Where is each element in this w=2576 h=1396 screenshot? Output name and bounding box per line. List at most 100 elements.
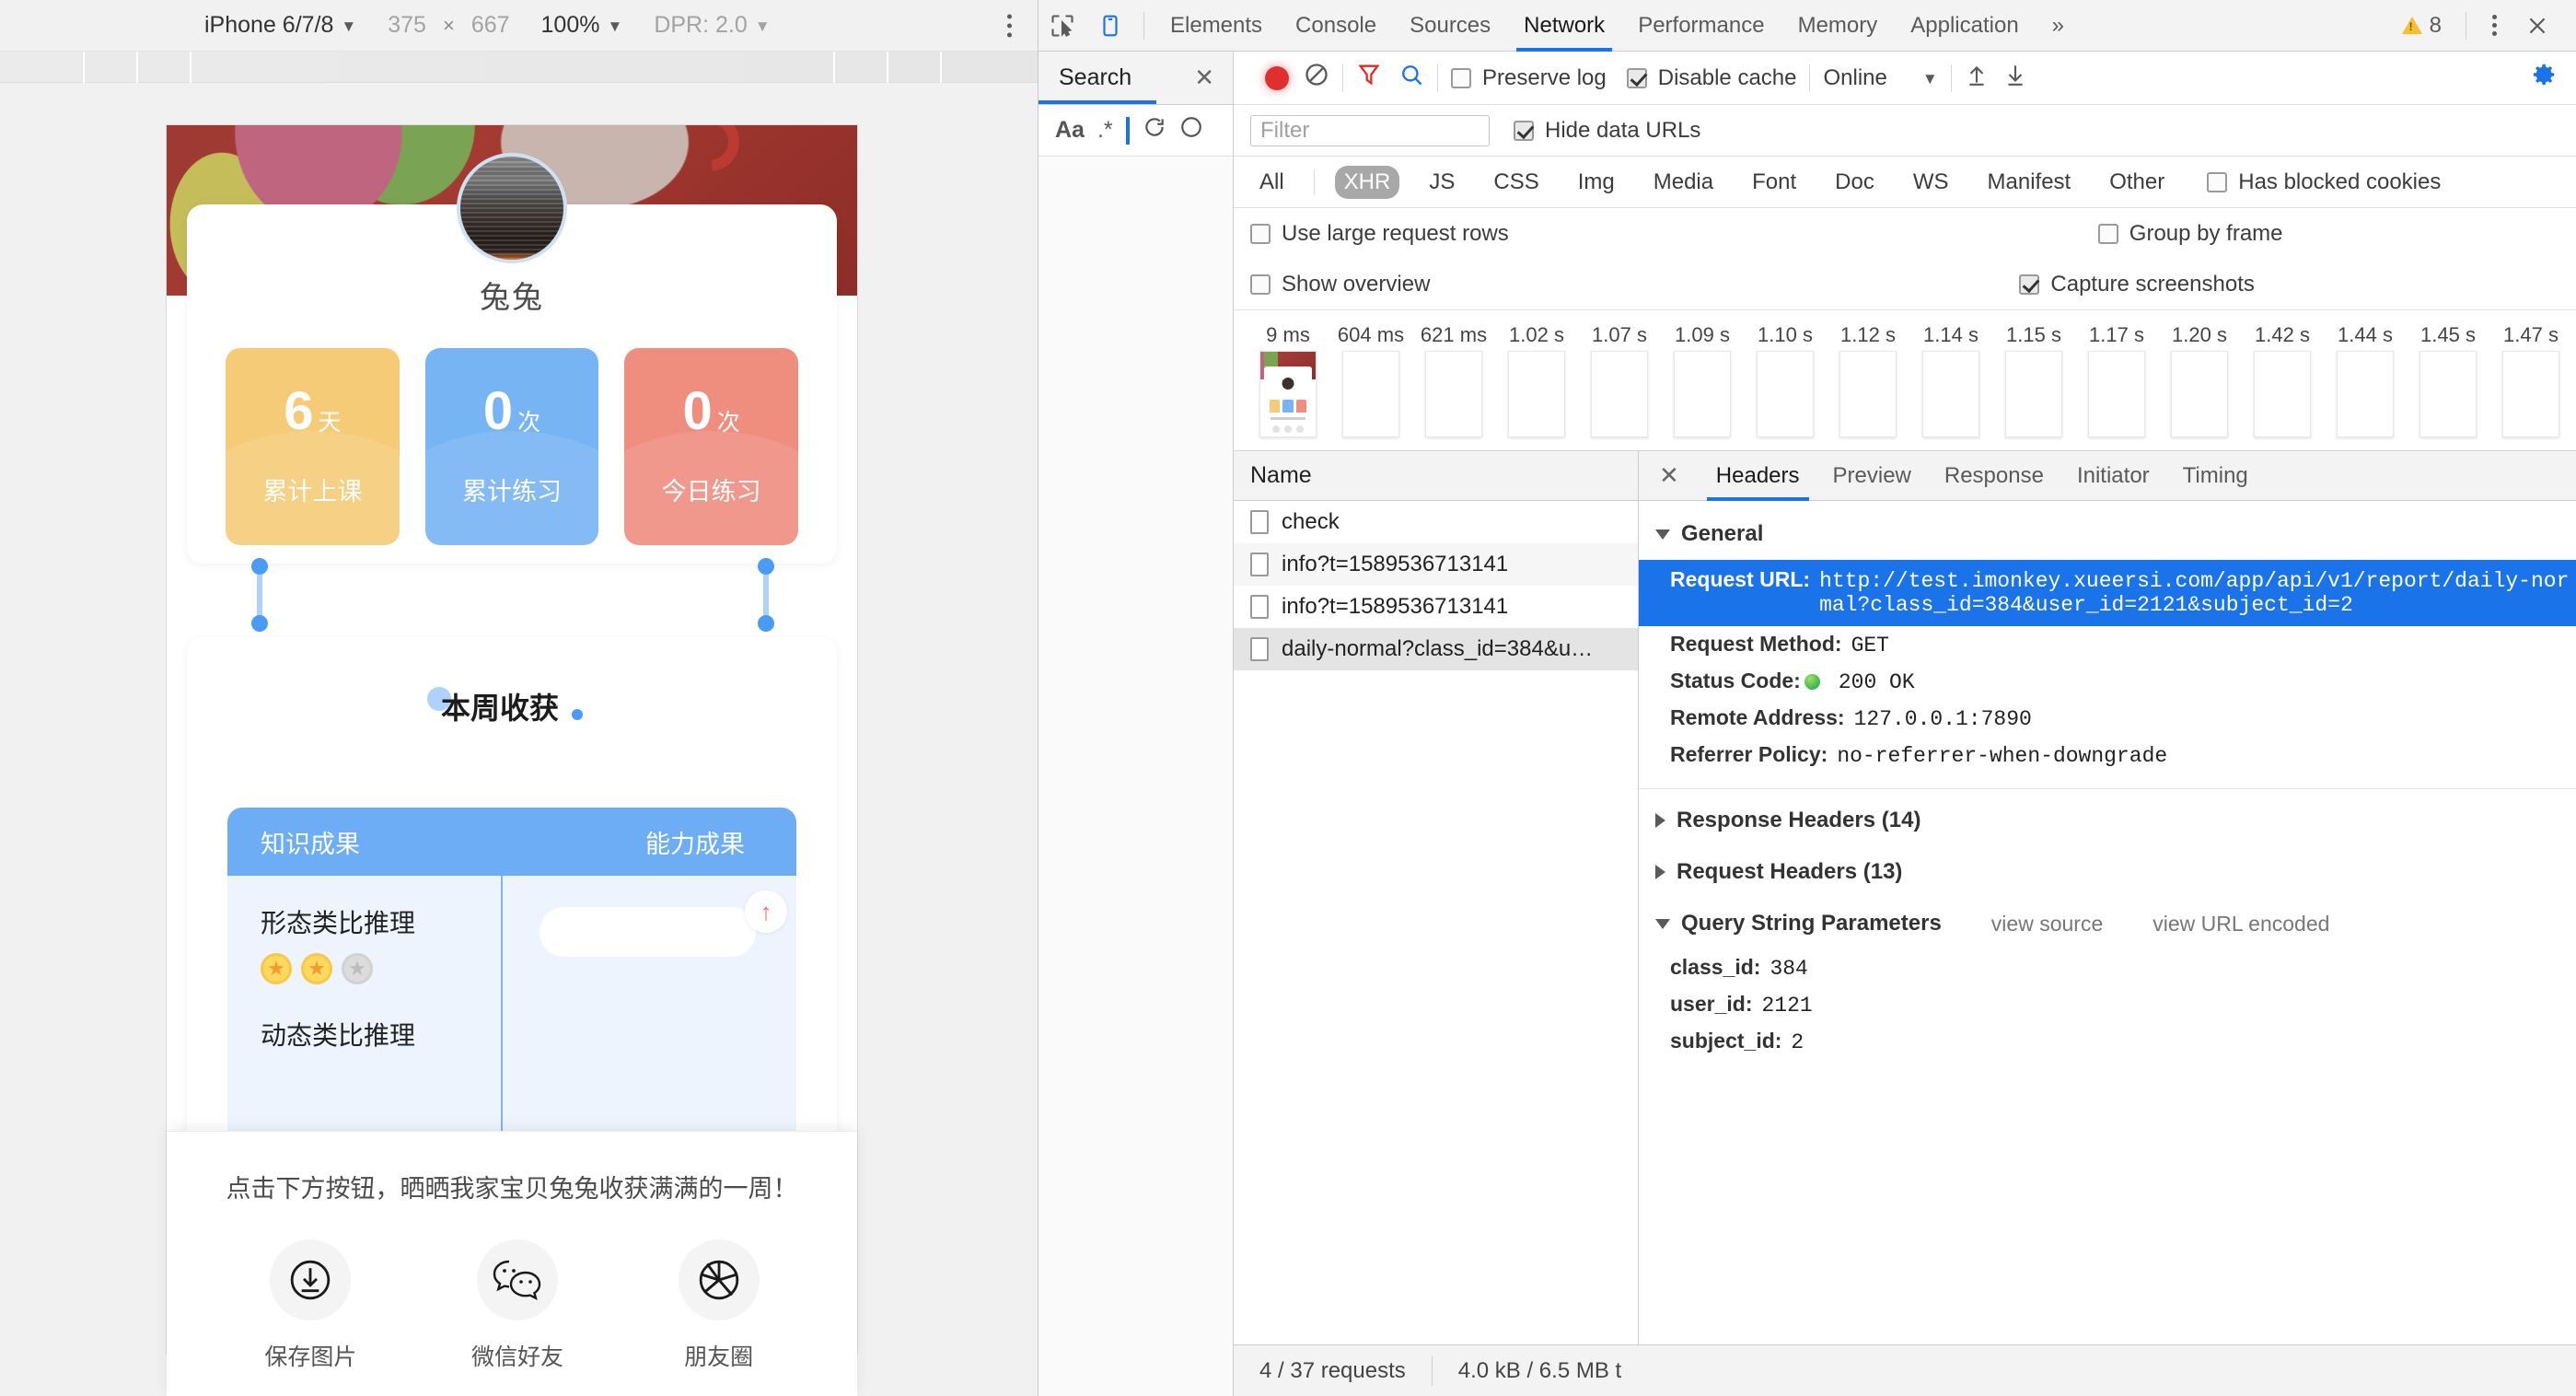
tab-console[interactable]: Console (1279, 0, 1393, 52)
share-save-image-button[interactable]: 保存图片 (264, 1239, 356, 1372)
show-overview-toggle[interactable]: Show overview (1250, 272, 1430, 297)
capture-screenshots-toggle[interactable]: Capture screenshots (2019, 272, 2255, 297)
checkbox[interactable] (2097, 223, 2118, 244)
device-toolbar-more-button[interactable] (1007, 14, 1012, 37)
table-row[interactable]: daily-normal?class_id=384&u… (1234, 628, 1638, 670)
filmstrip-thumbnail[interactable] (1591, 351, 1648, 437)
inspector-handle-dot[interactable] (251, 558, 268, 575)
section-request-headers[interactable]: Request Headers (13) (1639, 846, 2576, 898)
filmstrip-thumbnail[interactable] (2005, 351, 2062, 437)
section-general[interactable]: General (1639, 508, 2576, 560)
checkbox[interactable] (2207, 171, 2228, 192)
filmstrip-thumbnail[interactable] (2419, 351, 2477, 437)
filmstrip-frame[interactable]: 604 ms (1329, 320, 1412, 437)
filmstrip-thumbnail[interactable] (1508, 351, 1565, 437)
hide-data-urls-toggle[interactable]: Hide data URLs (1514, 118, 1700, 144)
regex-button[interactable]: .* (1097, 117, 1113, 144)
upload-icon[interactable] (1965, 61, 1989, 95)
device-width-input[interactable]: 375 (388, 12, 426, 39)
filmstrip-thumbnail[interactable] (1922, 351, 1979, 437)
type-filter-ws[interactable]: WS (1904, 166, 1958, 199)
filter-input[interactable] (1250, 114, 1490, 146)
group-by-frame-toggle[interactable]: Group by frame (2097, 221, 2283, 247)
type-filter-img[interactable]: Img (1569, 166, 1624, 199)
table-row[interactable]: check (1234, 501, 1638, 543)
share-wechat-friend-button[interactable]: 微信好友 (471, 1239, 563, 1372)
view-url-encoded-link[interactable]: view URL encoded (2152, 912, 2329, 936)
stat-card-today-practice[interactable]: 0次 今日练习 (624, 348, 799, 545)
share-moments-button[interactable]: 朋友圈 (678, 1239, 760, 1372)
inspect-cursor-icon[interactable] (1039, 5, 1086, 47)
filmstrip-thumbnail[interactable] (2254, 351, 2311, 437)
inspector-handle-dot[interactable] (758, 558, 774, 575)
filmstrip-thumbnail[interactable] (1674, 351, 1731, 437)
type-filter-font[interactable]: Font (1743, 166, 1805, 199)
checkbox[interactable] (1250, 273, 1271, 295)
filmstrip-thumbnail[interactable] (2171, 351, 2228, 437)
type-filter-other[interactable]: Other (2100, 166, 2174, 199)
filter-icon[interactable] (1356, 62, 1382, 94)
filmstrip-frame[interactable]: 1.14 s (1909, 320, 1992, 437)
gear-icon[interactable] (2530, 61, 2558, 95)
tab-sources[interactable]: Sources (1393, 0, 1507, 52)
filmstrip-frame[interactable]: 1.09 s (1661, 320, 1744, 437)
filmstrip-frame[interactable]: 1 (2572, 320, 2576, 437)
device-height-input[interactable]: 667 (471, 12, 510, 39)
checkbox[interactable] (1514, 120, 1534, 141)
close-icon[interactable]: ✕ (1194, 64, 1214, 92)
device-selector[interactable]: iPhone 6/7/8 ▼ (204, 12, 356, 39)
tab-performance[interactable]: Performance (1621, 0, 1781, 52)
filmstrip-frame[interactable]: 1.47 s (2489, 320, 2572, 437)
tab-overflow-button[interactable]: » (2036, 0, 2081, 52)
details-tab-preview[interactable]: Preview (1816, 451, 1928, 501)
details-tab-initiator[interactable]: Initiator (2060, 451, 2166, 501)
filmstrip-thumbnail[interactable] (1425, 351, 1482, 437)
download-icon[interactable] (2003, 61, 2027, 95)
inspector-handle-dot[interactable] (758, 615, 774, 632)
search-drawer-title[interactable]: Search (1059, 64, 1131, 91)
zoom-selector[interactable]: 100% ▼ (541, 12, 623, 39)
record-button[interactable] (1265, 65, 1289, 90)
throttle-selector[interactable]: Online ▼ (1823, 65, 1937, 91)
details-tab-headers[interactable]: Headers (1700, 451, 1816, 501)
close-icon[interactable]: ✕ (1639, 461, 1700, 490)
filmstrip-frame[interactable]: 1.07 s (1578, 320, 1661, 437)
filmstrip-frame[interactable]: 1.20 s (2158, 320, 2241, 437)
tab-memory[interactable]: Memory (1781, 0, 1895, 52)
has-blocked-cookies-toggle[interactable]: Has blocked cookies (2207, 169, 2441, 195)
checkbox[interactable] (1250, 223, 1271, 244)
close-icon[interactable] (2513, 5, 2561, 47)
preserve-log-toggle[interactable]: Preserve log (1451, 65, 1607, 91)
request-table-header[interactable]: Name (1234, 451, 1638, 501)
filmstrip-frame[interactable]: 1.42 s (2241, 320, 2324, 437)
filmstrip-frame[interactable]: 1.02 s (1495, 320, 1578, 437)
tab-network[interactable]: Network (1507, 0, 1621, 52)
search-input-caret[interactable] (1125, 116, 1130, 145)
filmstrip-thumbnail[interactable] (1839, 351, 1897, 437)
filmstrip-frame[interactable]: 9 ms (1247, 320, 1329, 437)
stat-card-cumulative-class[interactable]: 6天 累计上课 (226, 348, 400, 545)
filmstrip-frame[interactable]: 1.10 s (1744, 320, 1827, 437)
tab-elements[interactable]: Elements (1154, 0, 1279, 52)
checkbox[interactable] (1626, 67, 1647, 88)
details-tab-timing[interactable]: Timing (2166, 451, 2265, 501)
checkbox[interactable] (1451, 67, 1471, 88)
section-response-headers[interactable]: Response Headers (14) (1639, 795, 2576, 846)
disable-cache-toggle[interactable]: Disable cache (1626, 65, 1796, 91)
filmstrip-thumbnail[interactable] (1757, 351, 1814, 437)
type-filter-xhr[interactable]: XHR (1334, 165, 1400, 199)
filmstrip-thumbnail[interactable] (1342, 351, 1399, 437)
checkbox[interactable] (2019, 273, 2040, 295)
filmstrip-thumbnail[interactable] (1259, 351, 1317, 437)
filmstrip-thumbnail[interactable] (2502, 351, 2559, 437)
filmstrip-frame[interactable]: 1.12 s (1827, 320, 1909, 437)
filmstrip-frame[interactable]: 1.17 s (2075, 320, 2158, 437)
type-filter-js[interactable]: JS (1420, 166, 1464, 199)
filmstrip-thumbnail[interactable] (2337, 351, 2394, 437)
type-filter-all[interactable]: All (1250, 166, 1294, 199)
section-query-string-parameters[interactable]: Query String Parameters view source view… (1639, 898, 2576, 949)
table-row[interactable]: info?t=1589536713141 (1234, 586, 1638, 628)
clear-icon[interactable] (1304, 62, 1329, 94)
filmstrip-frame[interactable]: 1.15 s (1992, 320, 2075, 437)
device-toolbar-icon[interactable] (1086, 5, 1134, 47)
